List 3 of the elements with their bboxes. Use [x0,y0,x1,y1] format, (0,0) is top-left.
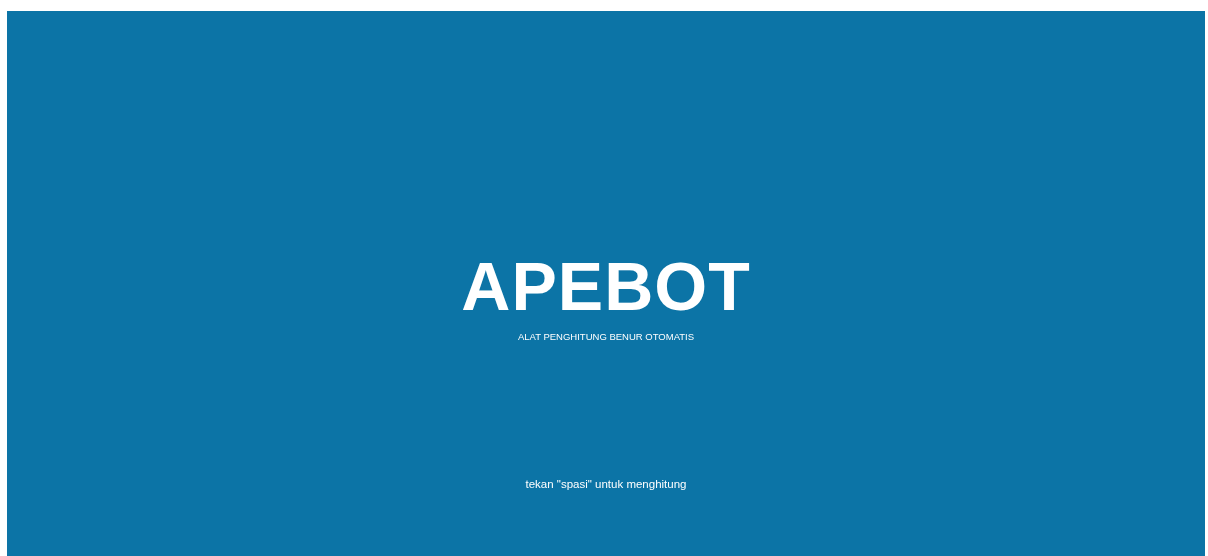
app-subtitle: ALAT PENGHITUNG BENUR OTOMATIS [517,331,695,343]
hint-text: tekan "spasi" untuk menghitung [525,478,687,493]
app-title: APEBOT [461,252,751,320]
